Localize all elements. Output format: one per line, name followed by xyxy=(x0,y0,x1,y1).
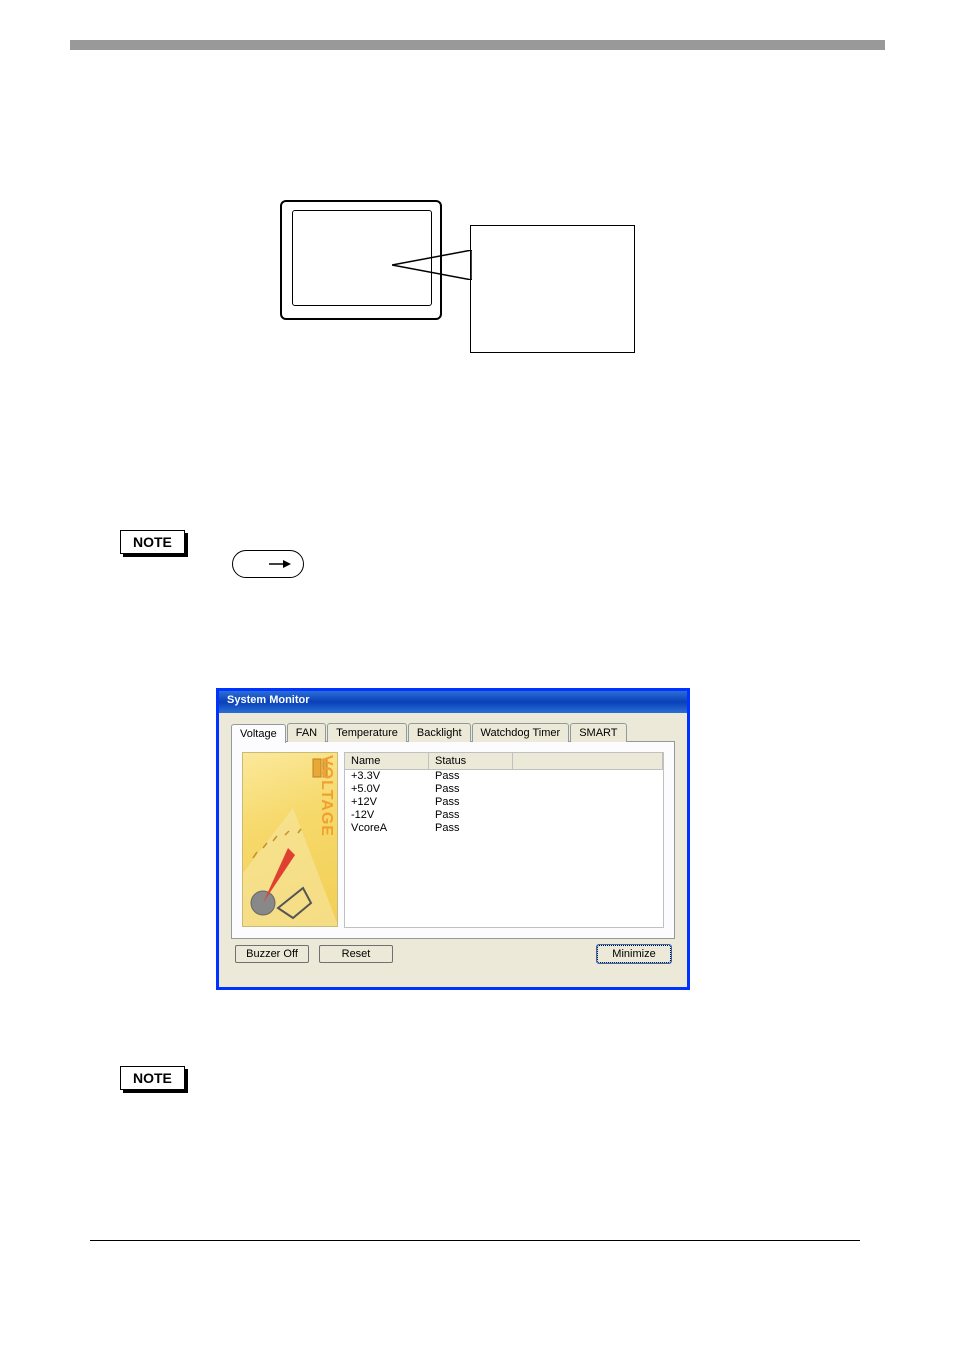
titlebar[interactable]: System Monitor xyxy=(219,691,687,713)
monitor-outline xyxy=(280,200,442,320)
note-badge: NOTE xyxy=(120,1066,185,1090)
callout-diagram xyxy=(280,200,640,355)
cell-name: +12V xyxy=(345,796,429,809)
listview-body: +3.3V Pass +5.0V Pass +12V Pass -12V Pas… xyxy=(345,770,663,927)
list-item[interactable]: -12V Pass xyxy=(345,809,663,822)
list-item[interactable]: +12V Pass xyxy=(345,796,663,809)
col-name[interactable]: Name xyxy=(345,753,429,769)
tab-fan[interactable]: FAN xyxy=(287,723,326,742)
cell-status: Pass xyxy=(429,822,513,835)
voltage-listview[interactable]: Name Status +3.3V Pass +5.0V Pass +12V xyxy=(344,752,664,928)
system-monitor-window: System Monitor Voltage FAN Temperature B… xyxy=(216,688,690,990)
monitor-screen xyxy=(292,210,432,306)
minimize-button[interactable]: Minimize xyxy=(597,945,671,963)
reference-arrow-icon xyxy=(232,550,304,578)
cell-status: Pass xyxy=(429,770,513,783)
buzzer-off-button[interactable]: Buzzer Off xyxy=(235,945,309,963)
tab-smart[interactable]: SMART xyxy=(570,723,626,742)
list-item[interactable]: +3.3V Pass xyxy=(345,770,663,783)
cell-status: Pass xyxy=(429,796,513,809)
cell-name: +3.3V xyxy=(345,770,429,783)
cell-name: -12V xyxy=(345,809,429,822)
note-badge: NOTE xyxy=(120,530,185,554)
listview-header: Name Status xyxy=(345,753,663,770)
tab-voltage[interactable]: Voltage xyxy=(231,724,286,743)
col-status[interactable]: Status xyxy=(429,753,513,769)
col-spacer xyxy=(513,753,663,769)
list-item[interactable]: +5.0V Pass xyxy=(345,783,663,796)
list-item[interactable]: VcoreA Pass xyxy=(345,822,663,835)
tabstrip: Voltage FAN Temperature Backlight Watchd… xyxy=(231,723,675,742)
tab-backlight[interactable]: Backlight xyxy=(408,723,471,742)
cell-status: Pass xyxy=(429,809,513,822)
tab-panel-voltage: VOLTAGE Name Status +3.3V Pass +5.0V Pas… xyxy=(231,741,675,939)
callout-box xyxy=(470,225,635,353)
client-area: Voltage FAN Temperature Backlight Watchd… xyxy=(219,713,687,971)
tab-watchdog-timer[interactable]: Watchdog Timer xyxy=(472,723,570,742)
page-footer-rule xyxy=(90,1240,860,1241)
gauge-label: VOLTAGE xyxy=(317,755,335,837)
page-header-bar xyxy=(70,40,885,50)
cell-name: VcoreA xyxy=(345,822,429,835)
button-row: Buzzer Off Reset Minimize xyxy=(231,939,675,963)
tab-temperature[interactable]: Temperature xyxy=(327,723,407,742)
gauge-illustration: VOLTAGE xyxy=(242,752,338,927)
cell-status: Pass xyxy=(429,783,513,796)
reset-button[interactable]: Reset xyxy=(319,945,393,963)
cell-name: +5.0V xyxy=(345,783,429,796)
